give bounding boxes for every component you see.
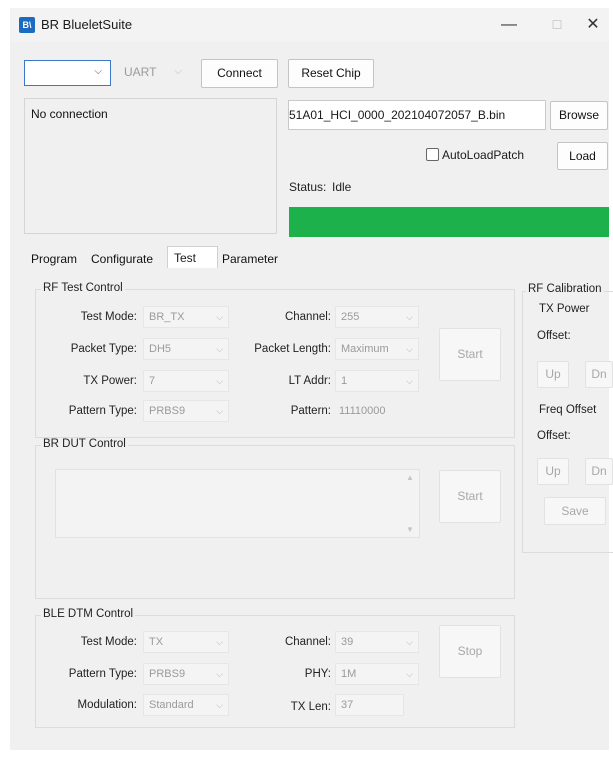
tx-power-dn-button[interactable]: Dn — [585, 361, 613, 388]
rf-packet-type-label: Packet Type: — [70, 343, 137, 355]
rf-calibration-title: RF Calibration — [526, 283, 604, 295]
ble-pattern-type-label: Pattern Type: — [68, 668, 137, 680]
freq-offset-up-button[interactable]: Up — [537, 458, 569, 485]
chevron-down-icon: ⌵ — [216, 637, 223, 647]
chevron-down-icon: ⌵ — [406, 344, 413, 354]
br-dut-start-button[interactable]: Start — [439, 470, 501, 523]
ble-phy-select[interactable]: 1M ⌵ — [335, 663, 419, 685]
title-bar: B\ BR BlueletSuite — ☐ ✕ — [10, 8, 609, 42]
tx-power-offset-label: Offset: — [537, 330, 571, 342]
port-select[interactable]: ⌵ — [24, 60, 111, 86]
ble-phy-label: PHY: — [304, 668, 331, 680]
browse-button[interactable]: Browse — [550, 101, 608, 130]
window-title: BR BlueletSuite — [41, 17, 133, 32]
freq-offset-title: Freq Offset — [537, 404, 599, 416]
tab-parameter[interactable]: Parameter — [222, 252, 278, 266]
status-progress-fill — [289, 207, 609, 237]
rf-test-control-title: RF Test Control — [41, 282, 125, 294]
ble-stop-button[interactable]: Stop — [439, 625, 501, 678]
checkbox-box — [426, 148, 439, 162]
rf-packet-length-label: Packet Length: — [254, 343, 331, 355]
rf-channel-label: Channel: — [284, 311, 331, 323]
tab-test[interactable]: Test — [167, 246, 218, 268]
close-button[interactable]: ✕ — [570, 8, 613, 42]
app-window: B\ BR BlueletSuite — ☐ ✕ ⌵ UART ⌵ Connec… — [10, 8, 613, 750]
ble-pattern-type-select[interactable]: PRBS9 ⌵ — [143, 663, 229, 685]
rf-channel-select[interactable]: 255 ⌵ — [335, 306, 419, 328]
chevron-down-icon: ⌵ — [216, 312, 223, 322]
tab-test-label: Test — [174, 251, 197, 265]
ble-channel-select[interactable]: 39 ⌵ — [335, 631, 419, 653]
rf-pattern-type-select[interactable]: PRBS9 ⌵ — [143, 400, 229, 422]
rf-tx-power-label: TX Power: — [83, 375, 137, 387]
minimize-button[interactable]: — — [486, 8, 532, 42]
rf-test-mode-label: Test Mode: — [80, 311, 137, 323]
rf-pattern-value: 11110000 — [339, 405, 386, 417]
connection-status-text: No connection — [31, 107, 108, 121]
rf-start-button[interactable]: Start — [439, 328, 501, 381]
scrollbar[interactable]: ▲ ▼ — [402, 470, 419, 537]
chevron-down-icon: ⌵ — [406, 376, 413, 386]
chevron-down-icon: ⌵ — [216, 669, 223, 679]
chevron-down-icon: ⌵ — [216, 376, 223, 386]
chevron-down-icon: ⌵ — [406, 637, 413, 647]
calibration-save-button[interactable]: Save — [544, 497, 606, 525]
chevron-down-icon: ⌵ — [174, 66, 182, 77]
br-dut-textarea[interactable]: ▲ ▼ — [55, 469, 420, 538]
reset-chip-button[interactable]: Reset Chip — [288, 59, 374, 88]
tab-program[interactable]: Program — [31, 252, 77, 266]
rf-packet-length-select[interactable]: Maximum ⌵ — [335, 338, 419, 360]
ble-tx-len-label: TX Len: — [290, 701, 331, 713]
ble-test-mode-label: Test Mode: — [80, 636, 137, 648]
rf-pattern-type-label: Pattern Type: — [68, 405, 137, 417]
autoload-patch-checkbox[interactable]: AutoLoadPatch — [426, 146, 524, 164]
freq-offset-dn-button[interactable]: Dn — [585, 458, 613, 485]
chevron-down-icon: ⌵ — [216, 406, 223, 416]
tx-power-title: TX Power — [537, 303, 592, 315]
ble-dtm-control-title: BLE DTM Control — [41, 608, 136, 620]
scroll-up-arrow-icon[interactable]: ▲ — [406, 473, 414, 482]
rf-tx-power-select[interactable]: 7 ⌵ — [143, 370, 229, 392]
chevron-down-icon: ⌵ — [406, 312, 413, 322]
connect-button[interactable]: Connect — [201, 59, 278, 88]
chevron-down-icon: ⌵ — [216, 700, 223, 710]
ble-channel-label: Channel: — [284, 636, 331, 648]
chevron-down-icon: ⌵ — [406, 669, 413, 679]
connection-log: No connection — [24, 98, 277, 234]
status-value: Idle — [332, 180, 352, 194]
app-logo-icon: B\ — [19, 17, 35, 33]
load-button[interactable]: Load — [557, 142, 608, 170]
rf-packet-type-select[interactable]: DH5 ⌵ — [143, 338, 229, 360]
ble-modulation-label: Modulation: — [77, 699, 137, 711]
br-dut-control-title: BR DUT Control — [41, 438, 128, 450]
rf-test-mode-select[interactable]: BR_TX ⌵ — [143, 306, 229, 328]
ble-modulation-select[interactable]: Standard ⌵ — [143, 694, 229, 716]
tx-power-up-button[interactable]: Up — [537, 361, 569, 388]
ble-tx-len-field[interactable]: 37 — [335, 694, 404, 716]
scroll-down-arrow-icon[interactable]: ▼ — [406, 525, 414, 534]
chevron-down-icon: ⌵ — [94, 66, 102, 77]
patch-file-field[interactable]: 51A01_HCI_0000_202104072057_B.bin — [288, 100, 546, 130]
tab-configurate[interactable]: Configurate — [91, 252, 153, 266]
rf-lt-addr-select[interactable]: 1 ⌵ — [335, 370, 419, 392]
chevron-down-icon: ⌵ — [216, 344, 223, 354]
status-progress-bar — [289, 207, 609, 237]
interface-value: UART — [124, 65, 157, 79]
rf-pattern-label: Pattern: — [290, 405, 331, 417]
autoload-label: AutoLoadPatch — [442, 147, 525, 162]
ble-test-mode-select[interactable]: TX ⌵ — [143, 631, 229, 653]
interface-select[interactable]: UART ⌵ — [118, 60, 190, 86]
freq-offset-label: Offset: — [537, 430, 571, 442]
rf-lt-addr-label: LT Addr: — [288, 375, 331, 387]
status-label: Status: — [289, 180, 327, 194]
patch-file-name: 51A01_HCI_0000_202104072057_B.bin — [289, 108, 506, 122]
